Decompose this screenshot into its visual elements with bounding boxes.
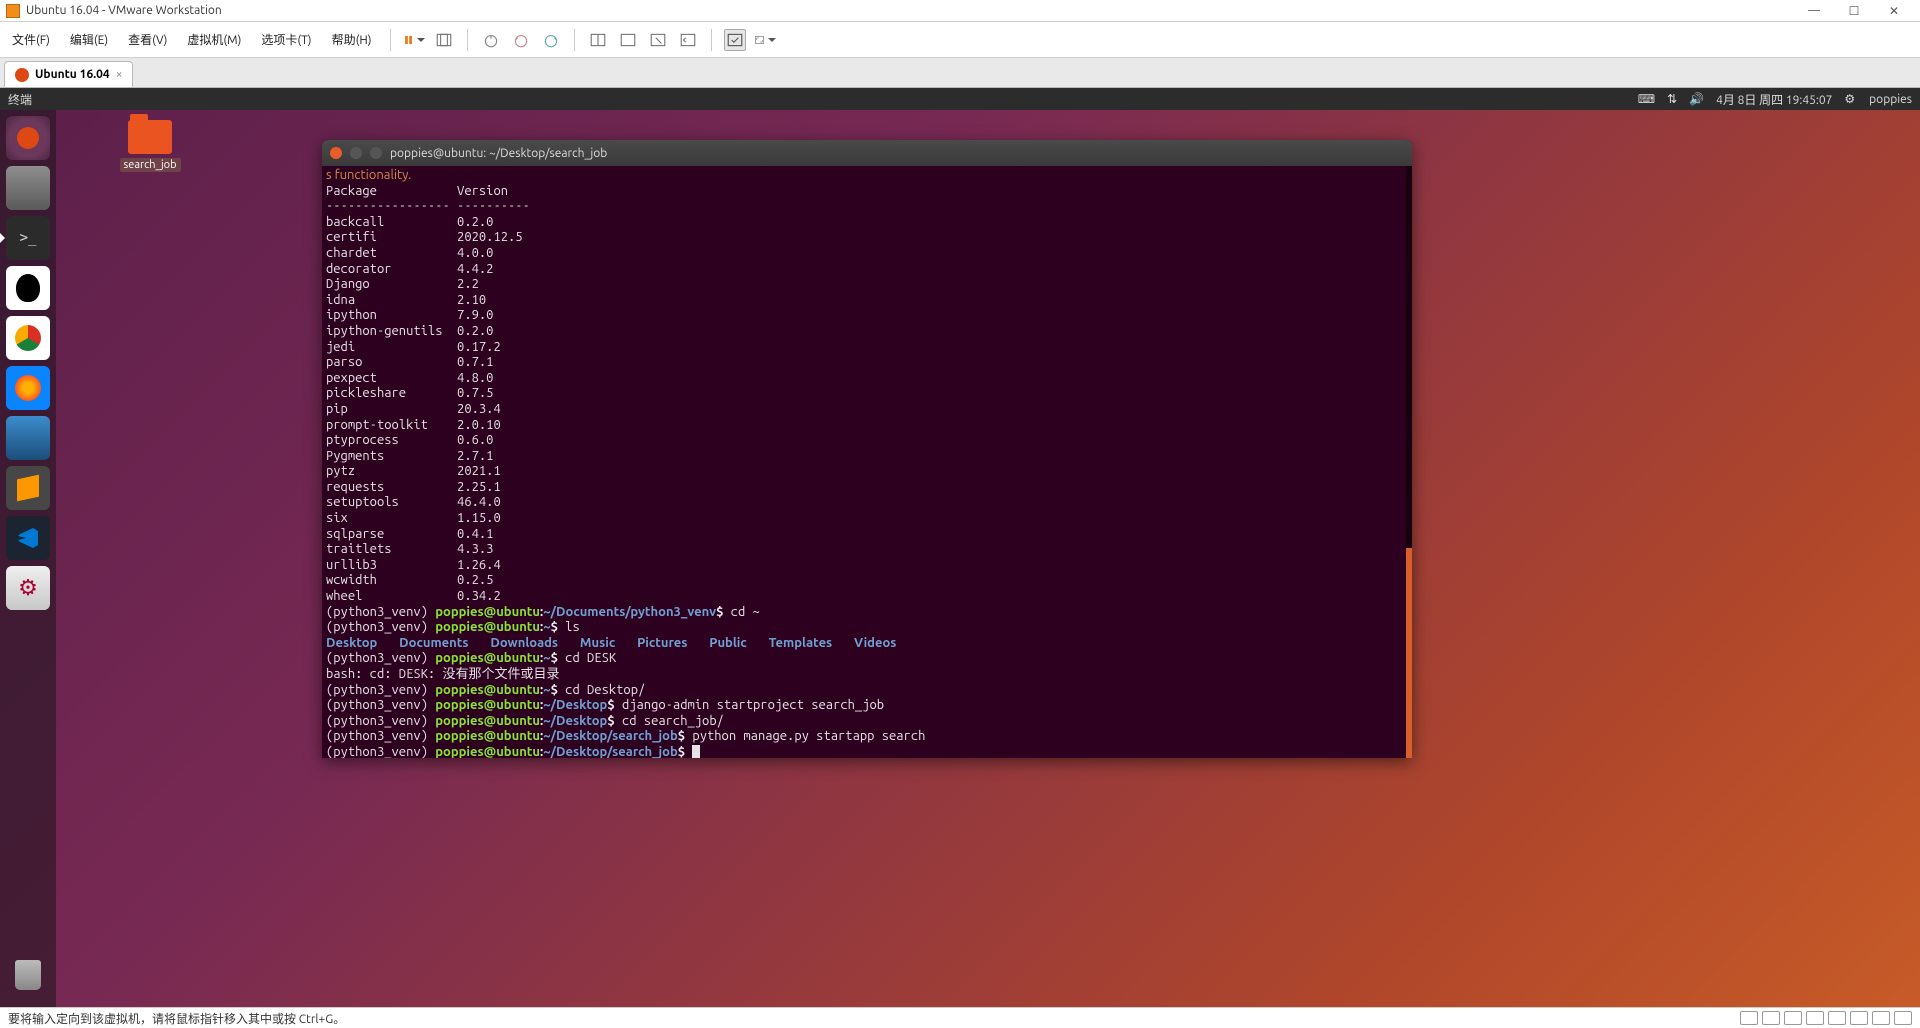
fullscreen-button[interactable] — [754, 29, 776, 51]
topbar-app-title: 终端 — [8, 91, 32, 108]
terminal-titlebar[interactable]: poppies@ubuntu: ~/Desktop/search_job — [322, 140, 1412, 166]
vmware-menubar: 文件(F) 编辑(E) 查看(V) 虚拟机(M) 选项卡(T) 帮助(H) — [0, 22, 1920, 58]
status-hdd-icon[interactable] — [1740, 1011, 1758, 1025]
launcher-trash-icon[interactable] — [6, 953, 50, 997]
terminal-scrollbar[interactable] — [1406, 166, 1412, 758]
ubuntu-icon — [15, 68, 29, 82]
ubuntu-topbar: 终端 ⌨ ⇅ 🔊 4月 8日 周四 19:45:07 ⚙ poppies — [0, 88, 1920, 110]
vmware-logo-icon — [6, 4, 20, 18]
view-console-button[interactable] — [677, 29, 699, 51]
terminal-scrollbar-thumb[interactable] — [1406, 548, 1412, 758]
window-minimize-button[interactable]: — — [1794, 1, 1834, 21]
launcher-files-icon[interactable] — [6, 166, 50, 210]
terminal-window[interactable]: poppies@ubuntu: ~/Desktop/search_job s f… — [322, 140, 1412, 758]
vm-tab-label: Ubuntu 16.04 — [35, 68, 110, 81]
terminal-title-text: poppies@ubuntu: ~/Desktop/search_job — [390, 147, 607, 160]
snapshot-revert-button[interactable] — [510, 29, 532, 51]
menu-tabs[interactable]: 选项卡(T) — [255, 27, 317, 52]
launcher-vscode-icon[interactable] — [6, 516, 50, 560]
view-single-button[interactable] — [587, 29, 609, 51]
window-close-button[interactable]: ✕ — [1874, 1, 1914, 21]
launcher-qq-icon[interactable] — [6, 266, 50, 310]
status-printer-icon[interactable] — [1850, 1011, 1868, 1025]
unity-launcher — [0, 110, 56, 1007]
terminal-maximize-button[interactable] — [370, 147, 382, 159]
terminal-body[interactable]: s functionality. Package Version -------… — [322, 166, 1412, 758]
desktop-folder-label: search_job — [120, 158, 181, 172]
status-usb-icon[interactable] — [1806, 1011, 1824, 1025]
toolbar-separator — [711, 29, 712, 51]
send-ctrl-alt-del-button[interactable] — [433, 29, 455, 51]
vm-tab-ubuntu[interactable]: Ubuntu 16.04 × — [4, 61, 133, 87]
vmware-footer-hint: 要将输入定向到该虚拟机，请将鼠标指针移入其中或按 Ctrl+G。 — [8, 1010, 345, 1027]
status-misc-icon[interactable] — [1894, 1011, 1912, 1025]
vmware-titlebar: Ubuntu 16.04 - VMware Workstation — ☐ ✕ — [0, 0, 1920, 22]
topbar-clock[interactable]: 4月 8日 周四 19:45:07 — [1716, 91, 1832, 108]
toolbar-separator — [574, 29, 575, 51]
menu-file[interactable]: 文件(F) — [6, 27, 56, 52]
menu-edit[interactable]: 编辑(E) — [64, 27, 114, 52]
launcher-terminal-icon[interactable] — [6, 216, 50, 260]
topbar-user[interactable]: poppies — [1869, 93, 1912, 106]
launcher-settings-icon[interactable] — [6, 566, 50, 610]
vm-tab-close-icon[interactable]: × — [116, 68, 123, 81]
window-maximize-button[interactable]: ☐ — [1834, 1, 1874, 21]
folder-icon — [128, 120, 172, 154]
menu-view[interactable]: 查看(V) — [122, 27, 173, 52]
status-cd-icon[interactable] — [1762, 1011, 1780, 1025]
launcher-network-icon[interactable] — [6, 416, 50, 460]
toolbar-separator — [390, 29, 391, 51]
toolbar-separator — [467, 29, 468, 51]
launcher-firefox-icon[interactable] — [6, 366, 50, 410]
vmware-window-title: Ubuntu 16.04 - VMware Workstation — [26, 4, 1794, 17]
status-sound-icon[interactable] — [1828, 1011, 1846, 1025]
launcher-chrome-icon[interactable] — [6, 316, 50, 360]
network-icon[interactable]: ⇅ — [1667, 92, 1677, 106]
status-display-icon[interactable] — [1872, 1011, 1890, 1025]
vmware-tabbar: Ubuntu 16.04 × — [0, 58, 1920, 88]
terminal-minimize-button[interactable] — [350, 147, 362, 159]
snapshot-take-button[interactable] — [480, 29, 502, 51]
launcher-dash-icon[interactable] — [6, 116, 50, 160]
ubuntu-desktop[interactable]: 终端 ⌨ ⇅ 🔊 4月 8日 周四 19:45:07 ⚙ poppies sea… — [0, 88, 1920, 1007]
gear-icon[interactable]: ⚙ — [1844, 92, 1855, 106]
status-net-icon[interactable] — [1784, 1011, 1802, 1025]
quick-switch-button[interactable] — [724, 29, 746, 51]
snapshot-manager-button[interactable] — [540, 29, 562, 51]
terminal-close-button[interactable] — [330, 147, 342, 159]
desktop-folder-search-job[interactable]: search_job — [114, 120, 186, 172]
keyboard-indicator-icon[interactable]: ⌨ — [1638, 92, 1655, 106]
power-pause-button[interactable] — [403, 29, 425, 51]
vmware-statusbar: 要将输入定向到该虚拟机，请将鼠标指针移入其中或按 Ctrl+G。 — [0, 1007, 1920, 1028]
view-unity-button[interactable] — [647, 29, 669, 51]
sound-icon[interactable]: 🔊 — [1689, 92, 1704, 106]
view-split-button[interactable] — [617, 29, 639, 51]
menu-vm[interactable]: 虚拟机(M) — [181, 27, 247, 52]
launcher-sublime-icon[interactable] — [6, 466, 50, 510]
menu-help[interactable]: 帮助(H) — [326, 27, 378, 52]
